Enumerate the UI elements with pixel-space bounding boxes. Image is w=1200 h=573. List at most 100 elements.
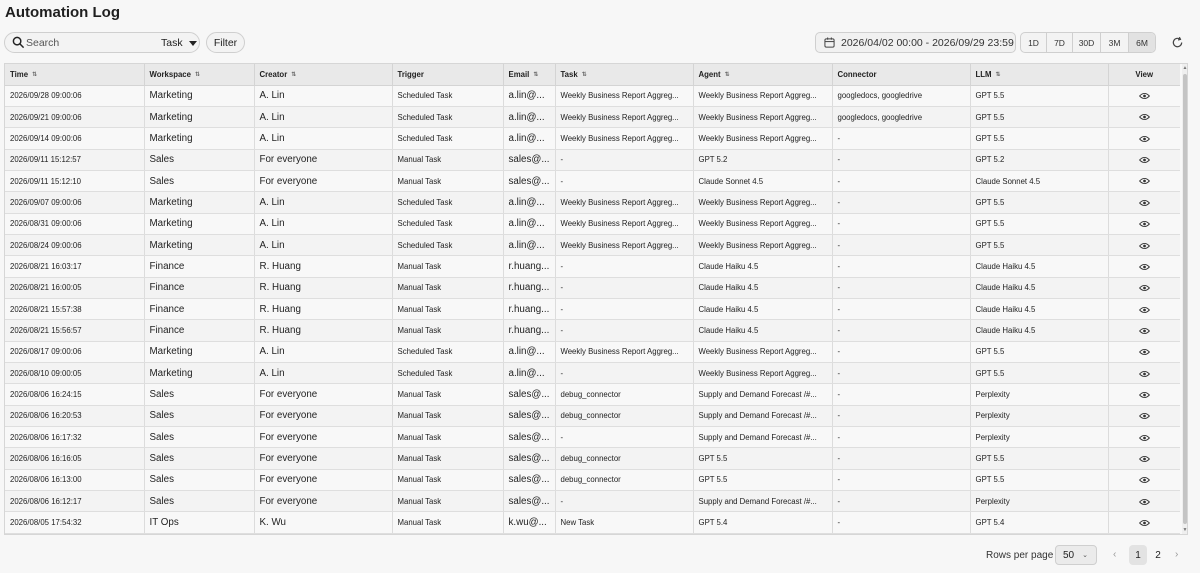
- range-3m-button[interactable]: 3M: [1101, 33, 1129, 52]
- cell-llm: Perplexity: [970, 405, 1109, 428]
- table-row[interactable]: 2026/08/06 16:13:00 Sales For everyone Manu…: [5, 469, 1180, 492]
- sort-icon[interactable]: ⇅: [996, 71, 1001, 78]
- column-header-agent[interactable]: Agent ⇅: [693, 64, 833, 86]
- column-header-label: Workspace: [149, 69, 191, 79]
- table-row[interactable]: 2026/08/24 09:00:06 Marketing A. Lin Schedu…: [5, 234, 1180, 257]
- table-row[interactable]: 2026/08/06 16:17:32 Sales For everyone Manu…: [5, 426, 1180, 449]
- eye-icon[interactable]: [1138, 391, 1150, 399]
- table-row[interactable]: 2026/08/05 17:54:32 IT Ops K. Wu Manual Tas…: [5, 511, 1180, 534]
- view-cell: [1108, 469, 1180, 492]
- eye-icon[interactable]: [1138, 92, 1150, 100]
- column-header-time[interactable]: Time ⇅: [5, 64, 145, 86]
- table-row[interactable]: 2026/08/17 09:00:06 Marketing A. Lin Schedu…: [5, 341, 1180, 363]
- eye-icon[interactable]: [1138, 476, 1150, 484]
- eye-icon[interactable]: [1138, 177, 1150, 185]
- page-1-button[interactable]: 1: [1129, 545, 1147, 565]
- table-row[interactable]: 2026/08/21 16:03:17 Finance R. Huang Manual…: [5, 255, 1180, 278]
- cell-creator: A. Lin: [254, 362, 393, 385]
- eye-icon[interactable]: [1138, 412, 1150, 420]
- column-header-llm[interactable]: LLM ⇅: [970, 64, 1109, 86]
- eye-icon[interactable]: [1138, 434, 1150, 442]
- range-6m-button[interactable]: 6M: [1129, 33, 1155, 52]
- next-page-icon[interactable]: ›: [1175, 549, 1178, 560]
- eye-icon[interactable]: [1138, 370, 1150, 378]
- sort-icon[interactable]: ⇅: [32, 71, 37, 78]
- column-header-email[interactable]: Email ⇅: [503, 64, 556, 86]
- cell-workspace: Sales: [144, 490, 255, 513]
- table-row[interactable]: 2026/08/31 09:00:06 Marketing A. Lin Schedu…: [5, 213, 1180, 235]
- eye-icon[interactable]: [1138, 263, 1150, 271]
- eye-icon[interactable]: [1138, 113, 1150, 121]
- search-box[interactable]: Task: [4, 32, 200, 53]
- table-row[interactable]: 2026/09/14 09:00:06 Marketing A. Lin Schedu…: [5, 127, 1180, 150]
- eye-icon[interactable]: [1138, 284, 1150, 292]
- sort-icon[interactable]: ⇅: [725, 71, 730, 78]
- table-row[interactable]: 2026/09/11 15:12:57 Sales For everyone Manu…: [5, 149, 1180, 171]
- table-row[interactable]: 2026/09/11 15:12:10 Sales For everyone Manu…: [5, 170, 1180, 193]
- cell-trigger: Manual Task: [392, 511, 504, 534]
- search-input[interactable]: [26, 35, 146, 51]
- date-range-text: 2026/04/02 00:00 - 2026/09/29 23:59: [841, 36, 1014, 49]
- range-30d-button[interactable]: 30D: [1073, 33, 1101, 52]
- cell-task: debug_connector: [555, 447, 694, 470]
- rows-per-page-select[interactable]: 50 ⌄: [1055, 545, 1097, 565]
- eye-icon[interactable]: [1138, 199, 1150, 207]
- sort-icon[interactable]: ⇅: [291, 71, 296, 78]
- column-header-label: Creator: [259, 69, 288, 79]
- cell-trigger: Scheduled Task: [392, 213, 504, 235]
- scroll-down-icon[interactable]: ▼: [1182, 526, 1187, 534]
- filter-button[interactable]: Filter: [206, 32, 245, 53]
- scroll-up-icon[interactable]: ▲: [1182, 64, 1187, 72]
- cell-trigger: Manual Task: [392, 405, 504, 428]
- vertical-scrollbar[interactable]: ▲ ▼: [1182, 64, 1187, 534]
- eye-icon[interactable]: [1138, 348, 1150, 356]
- pagination-footer: Rows per page 50 ⌄ ‹ 1 2 ›: [0, 543, 1200, 569]
- sort-icon[interactable]: ⇅: [582, 71, 587, 78]
- eye-icon[interactable]: [1138, 306, 1150, 314]
- cell-connector: -: [832, 234, 971, 257]
- eye-icon[interactable]: [1138, 519, 1150, 527]
- eye-icon[interactable]: [1138, 327, 1150, 335]
- eye-icon[interactable]: [1138, 455, 1150, 463]
- table-row[interactable]: 2026/09/07 09:00:06 Marketing A. Lin Schedu…: [5, 191, 1180, 214]
- table-row[interactable]: 2026/08/06 16:20:53 Sales For everyone Manu…: [5, 405, 1180, 428]
- table-row[interactable]: 2026/09/21 09:00:06 Marketing A. Lin Schedu…: [5, 106, 1180, 129]
- prev-page-icon[interactable]: ‹: [1113, 549, 1116, 560]
- cell-agent: Supply and Demand Forecast /#...: [693, 426, 833, 449]
- cell-trigger: Manual Task: [392, 490, 504, 513]
- refresh-icon[interactable]: [1171, 36, 1184, 49]
- page-2-button[interactable]: 2: [1151, 545, 1165, 565]
- table-row[interactable]: 2026/08/10 09:00:05 Marketing A. Lin Schedu…: [5, 362, 1180, 385]
- cell-time: 2026/09/28 09:00:06: [5, 85, 145, 107]
- column-header-task[interactable]: Task ⇅: [555, 64, 694, 86]
- cell-connector: -: [832, 341, 971, 363]
- eye-icon[interactable]: [1138, 498, 1150, 506]
- cell-connector: -: [832, 426, 971, 449]
- cell-task: -: [555, 170, 694, 193]
- cell-time: 2026/08/17 09:00:06: [5, 341, 145, 363]
- date-range-picker[interactable]: 2026/04/02 00:00 - 2026/09/29 23:59: [815, 32, 1016, 53]
- table-row[interactable]: 2026/08/06 16:12:17 Sales For everyone Manu…: [5, 490, 1180, 513]
- cell-connector: -: [832, 170, 971, 193]
- sort-icon[interactable]: ⇅: [195, 71, 200, 78]
- cell-llm: GPT 5.5: [970, 106, 1109, 129]
- table-row[interactable]: 2026/08/21 15:56:57 Finance R. Huang Manual…: [5, 319, 1180, 342]
- cell-email: k.wu@...: [503, 511, 556, 534]
- range-1d-button[interactable]: 1D: [1021, 33, 1047, 52]
- table-row[interactable]: 2026/08/06 16:16:05 Sales For everyone Manu…: [5, 447, 1180, 470]
- column-header-workspace[interactable]: Workspace ⇅: [144, 64, 255, 86]
- eye-icon[interactable]: [1138, 242, 1150, 250]
- scrollbar-thumb[interactable]: [1183, 74, 1187, 524]
- cell-connector: -: [832, 255, 971, 278]
- table-row[interactable]: 2026/08/21 15:57:38 Finance R. Huang Manual…: [5, 298, 1180, 321]
- sort-icon[interactable]: ⇅: [533, 71, 538, 78]
- column-header-creator[interactable]: Creator ⇅: [254, 64, 393, 86]
- eye-icon[interactable]: [1138, 220, 1150, 228]
- eye-icon[interactable]: [1138, 156, 1150, 164]
- table-row[interactable]: 2026/09/28 09:00:06 Marketing A. Lin Schedu…: [5, 85, 1180, 107]
- search-scope-select[interactable]: Task: [161, 36, 201, 50]
- table-row[interactable]: 2026/08/06 16:24:15 Sales For everyone Manu…: [5, 383, 1180, 406]
- table-row[interactable]: 2026/08/21 16:00:05 Finance R. Huang Manual…: [5, 277, 1180, 299]
- range-7d-button[interactable]: 7D: [1047, 33, 1073, 52]
- eye-icon[interactable]: [1138, 135, 1150, 143]
